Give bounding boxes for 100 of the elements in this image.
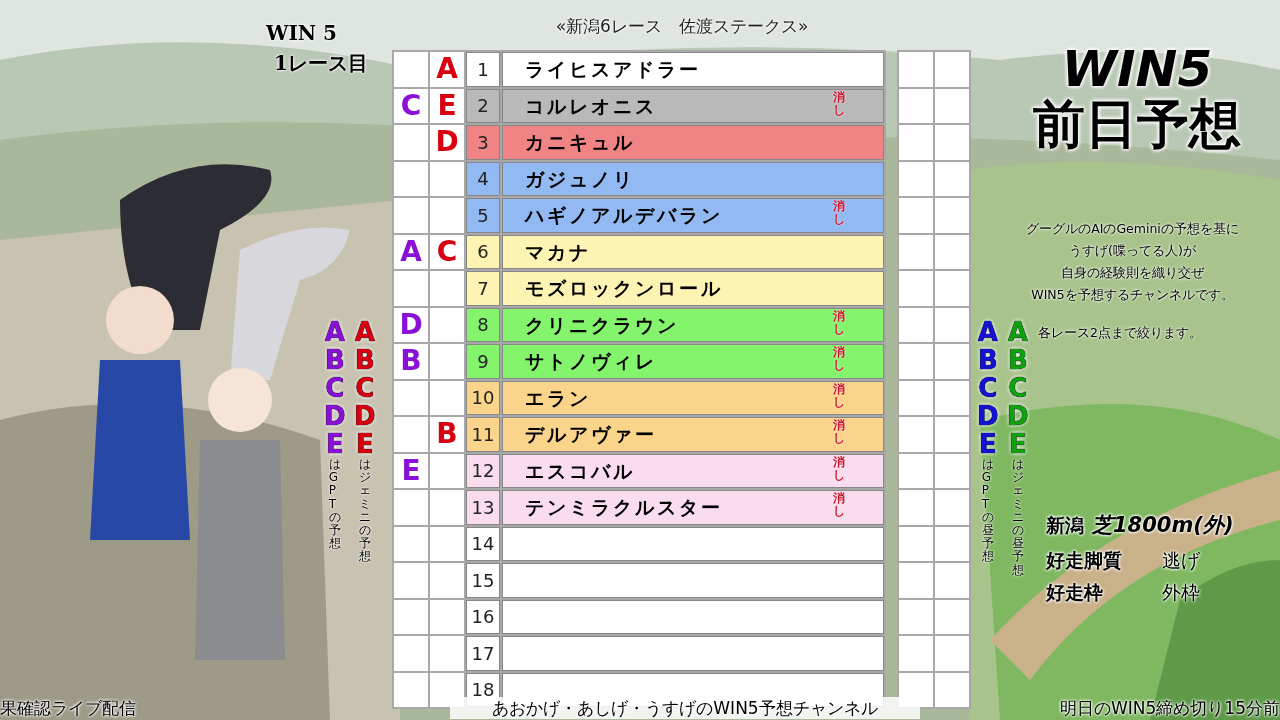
- horse-number: 16: [466, 599, 500, 634]
- table-cell: [430, 453, 464, 488]
- win5-label: WIN 5: [266, 20, 338, 47]
- table-cell: [430, 307, 464, 342]
- stat-value: 逃げ: [1162, 547, 1200, 573]
- pick-mark: A: [400, 237, 422, 266]
- table-cell: [394, 161, 428, 196]
- table-cell: [899, 526, 933, 561]
- description-line: うすげ(喋ってる人)が: [1069, 242, 1196, 260]
- stat-label: 好走枠: [1046, 580, 1104, 605]
- table-cell: [935, 417, 969, 452]
- table-cell: [935, 52, 969, 87]
- horse-name: エラン: [525, 385, 591, 411]
- legend-caption: はGPTの予想: [328, 458, 341, 551]
- stat-label: 好走脚質: [1046, 547, 1123, 573]
- legend-letter: A: [977, 318, 998, 346]
- page-title: 前日予想: [1033, 98, 1241, 150]
- scratch-note: 消し: [833, 309, 845, 336]
- pick-mark: E: [437, 91, 457, 120]
- legend-letter: E: [1008, 430, 1027, 458]
- horse-name: サトノヴィレ: [525, 349, 657, 374]
- table-cell: [899, 52, 933, 87]
- table-cell: [935, 672, 969, 707]
- table-cell: [935, 344, 969, 379]
- table-cell: [430, 344, 464, 379]
- race-number: 1レース目: [273, 50, 368, 77]
- legend-caption: はジェミニの昼予想: [1011, 458, 1024, 577]
- table-cell: [935, 526, 969, 561]
- course-place: 新潟: [1046, 513, 1084, 538]
- table-cell: [935, 563, 969, 598]
- legend-letter: B: [324, 346, 345, 374]
- legend-letter: B: [354, 346, 375, 374]
- legend-caption: はジェミニの予想: [358, 458, 371, 564]
- table-cell: [899, 636, 933, 671]
- horse-name: ガジュノリ: [525, 166, 635, 192]
- horse-number: 8: [466, 307, 500, 342]
- race-title: «新潟6レース 佐渡ステークス»: [554, 15, 810, 38]
- table-cell: [394, 198, 428, 233]
- horse-name: ハギノアルデバラン: [525, 203, 723, 228]
- horse-number: 5: [466, 198, 500, 233]
- table-cell: [899, 125, 933, 160]
- table-cell: [430, 198, 464, 233]
- table-cell: [899, 234, 933, 269]
- horse-name: カニキュル: [525, 130, 635, 155]
- table-cell: [430, 526, 464, 561]
- table-cell: [935, 599, 969, 634]
- table-cell: [394, 490, 428, 525]
- table-cell: [394, 380, 428, 415]
- legend-letter: D: [1007, 402, 1029, 430]
- table-cell: [899, 380, 933, 415]
- horse-number: 7: [466, 271, 500, 306]
- description-line: 自身の経験則を織り交ぜ: [1061, 264, 1204, 282]
- legend-letter: E: [355, 430, 374, 458]
- table-cell: [899, 490, 933, 525]
- deadline-text: 明日のWIN5締め切り15分前: [1060, 697, 1280, 719]
- horse-number: 15: [466, 563, 500, 598]
- legend-letter: E: [978, 430, 997, 458]
- table-cell: [899, 307, 933, 342]
- pick-mark: C: [436, 237, 458, 266]
- legend-letter: C: [978, 374, 998, 402]
- rule-text: 各レース2点まで絞ります。: [1038, 324, 1202, 342]
- table-cell: [430, 599, 464, 634]
- table-cell: [899, 453, 933, 488]
- table-cell: [899, 599, 933, 634]
- scratch-note: 消し: [833, 90, 845, 117]
- horse-name: マカナ: [525, 239, 591, 265]
- horse-number: 10: [466, 380, 500, 415]
- table-cell: [899, 344, 933, 379]
- table-cell: [899, 563, 933, 598]
- table-cell: [935, 380, 969, 415]
- table-cell: [899, 161, 933, 196]
- pick-mark: A: [436, 55, 458, 84]
- horse-number: 3: [466, 125, 500, 160]
- legend-letter: B: [977, 346, 998, 374]
- horse-number: 1: [466, 52, 500, 87]
- table-cell: [899, 271, 933, 306]
- scratch-note: 消し: [833, 346, 845, 373]
- pick-mark: E: [401, 456, 421, 485]
- table-cell: [935, 636, 969, 671]
- scratch-note: 消し: [833, 419, 845, 446]
- horse-name: デルアヴァー: [525, 422, 657, 447]
- horse-number: 2: [466, 88, 500, 123]
- table-cell: [394, 526, 428, 561]
- table-cell: [430, 563, 464, 598]
- table-cell: [935, 453, 969, 488]
- table-cell: [935, 88, 969, 123]
- table-cell: [394, 672, 428, 707]
- legend-caption: はGPTの昼予想: [981, 458, 994, 564]
- table-cell: [430, 271, 464, 306]
- pick-mark: B: [400, 347, 422, 376]
- scratch-note: 消し: [833, 200, 845, 227]
- table-cell: [935, 125, 969, 160]
- horse-number: 17: [466, 636, 500, 671]
- table-cell: [394, 599, 428, 634]
- horse-name: コルレオニス: [525, 93, 657, 119]
- horse-name: ライヒスアドラー: [525, 57, 701, 82]
- table-cell: [935, 161, 969, 196]
- legend-letter: D: [977, 402, 999, 430]
- scratch-note: 消し: [833, 382, 845, 409]
- legend-letter: C: [1008, 374, 1028, 402]
